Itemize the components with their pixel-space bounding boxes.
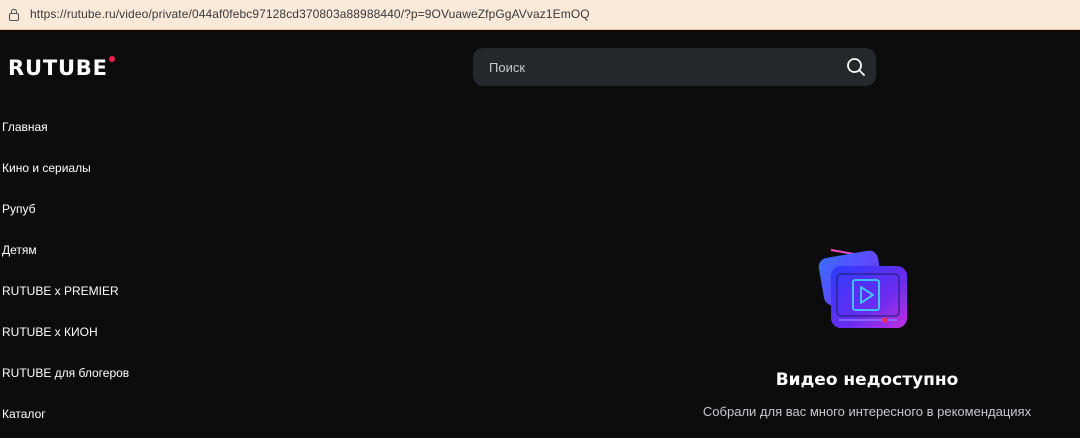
rutube-logo[interactable]: RUTUBE	[8, 56, 115, 80]
logo-dot-icon	[108, 56, 115, 62]
video-unavailable-illustration-icon	[818, 249, 907, 328]
search-input[interactable]	[473, 48, 833, 86]
sidebar-item-home[interactable]: Главная	[0, 110, 200, 151]
sidebar-item-bloggers[interactable]: RUTUBE для блогеров	[0, 356, 200, 397]
browser-address-bar[interactable]: https://rutube.ru/video/private/044af0fe…	[0, 0, 1080, 30]
video-unavailable-subtitle: Собрали для вас много интересного в реко…	[702, 404, 1032, 419]
sidebar-item-kion[interactable]: RUTUBE x КИОН	[0, 315, 200, 356]
search-bar	[473, 48, 876, 86]
search-icon[interactable]	[844, 55, 868, 79]
sidebar-item-rupub[interactable]: Рупуб	[0, 192, 200, 233]
sidebar-item-catalog[interactable]: Каталог	[0, 397, 200, 438]
sidebar-item-kids[interactable]: Детям	[0, 233, 200, 274]
sidebar-item-premier[interactable]: RUTUBE x PREMIER	[0, 274, 200, 315]
sidebar-nav: Главная Кино и сериалы Рупуб Детям RUTUB…	[0, 110, 200, 438]
logo-text: RUTUBE	[8, 56, 108, 80]
url-text[interactable]: https://rutube.ru/video/private/044af0fe…	[30, 7, 590, 21]
page: RUTUBE Главная Кино и сериалы Рупуб Детя…	[0, 30, 1080, 429]
lock-icon	[8, 8, 20, 21]
sidebar-item-movies-series[interactable]: Кино и сериалы	[0, 151, 200, 192]
video-unavailable-title: Видео недоступно	[775, 370, 959, 390]
